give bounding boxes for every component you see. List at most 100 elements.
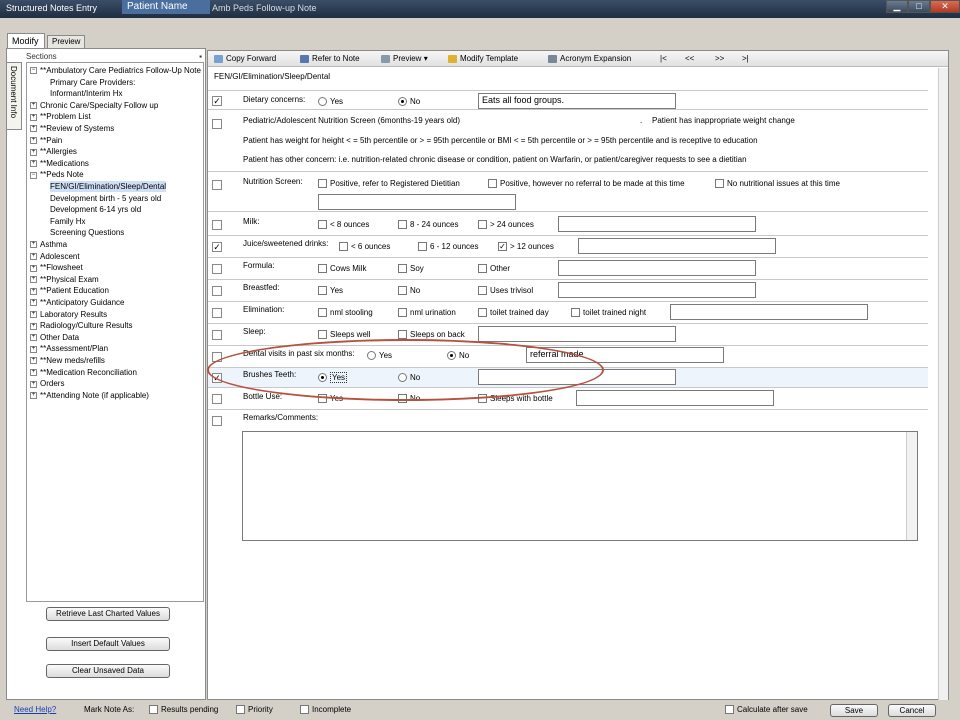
nutrition-positive-no-referral-checkbox[interactable]: Positive, however no referral to be made… bbox=[488, 178, 685, 189]
nav-first-button[interactable]: |< bbox=[660, 54, 667, 63]
dental-no-radio[interactable]: No bbox=[447, 350, 469, 361]
tree-item[interactable]: + **Assessment/Plan bbox=[30, 343, 108, 354]
remarks-textarea[interactable] bbox=[242, 431, 918, 541]
remarks-row-checkbox[interactable] bbox=[212, 416, 222, 426]
tree-item[interactable]: Primary Care Providers: bbox=[50, 77, 135, 88]
nav-prev-button[interactable]: << bbox=[685, 54, 694, 63]
expand-icon[interactable]: + bbox=[30, 113, 37, 121]
sleep-row-checkbox[interactable] bbox=[212, 330, 222, 340]
modify-template-button[interactable]: Modify Template bbox=[448, 54, 518, 63]
nav-next-button[interactable]: >> bbox=[715, 54, 724, 63]
juice-text[interactable] bbox=[578, 238, 776, 254]
elim-urination-checkbox[interactable]: nml urination bbox=[398, 307, 456, 318]
tree-item[interactable]: Development birth - 5 years old bbox=[50, 193, 161, 204]
tree-item[interactable]: − **Peds Note bbox=[30, 169, 84, 180]
expand-icon[interactable]: + bbox=[30, 148, 37, 156]
tree-item[interactable]: FEN/GI/Elimination/Sleep/Dental bbox=[50, 181, 167, 192]
juice-gt12-checkbox[interactable]: ✓ > 12 ounces bbox=[498, 241, 554, 252]
tree-item[interactable]: + Adolescent bbox=[30, 251, 80, 262]
nutrition-screen-text[interactable] bbox=[318, 194, 516, 210]
expand-icon[interactable]: + bbox=[30, 392, 37, 400]
expand-icon[interactable]: + bbox=[30, 310, 37, 318]
breastfed-text[interactable] bbox=[558, 282, 756, 298]
expand-icon[interactable]: + bbox=[30, 345, 37, 353]
tree-item[interactable]: + **Flowsheet bbox=[30, 262, 83, 273]
expand-icon[interactable]: + bbox=[30, 276, 37, 284]
refer-to-note-button[interactable]: Refer to Note bbox=[300, 54, 360, 63]
tree-item[interactable]: + **Allergies bbox=[30, 146, 77, 157]
close-button[interactable]: ✕ bbox=[930, 0, 960, 13]
breastfed-trivisol-checkbox[interactable]: Uses trivisol bbox=[478, 285, 533, 296]
formula-text[interactable] bbox=[558, 260, 756, 276]
copy-forward-button[interactable]: Copy Forward bbox=[214, 54, 276, 63]
sleep-well-checkbox[interactable]: Sleeps well bbox=[318, 329, 370, 340]
expand-icon[interactable]: + bbox=[30, 241, 37, 249]
pin-icon[interactable]: ▪ bbox=[199, 52, 202, 61]
maximize-button[interactable]: □ bbox=[908, 0, 930, 13]
breastfed-row-checkbox[interactable] bbox=[212, 286, 222, 296]
formula-row-checkbox[interactable] bbox=[212, 264, 222, 274]
retrieve-last-charted-values-button[interactable]: Retrieve Last Charted Values bbox=[46, 607, 170, 621]
dental-yes-radio[interactable]: Yes bbox=[367, 350, 392, 361]
tree-item[interactable]: + Radiology/Culture Results bbox=[30, 320, 133, 331]
expand-icon[interactable]: + bbox=[30, 264, 37, 272]
juice-6-12-checkbox[interactable]: 6 - 12 ounces bbox=[418, 241, 478, 252]
formula-cows-milk-checkbox[interactable]: Cows Milk bbox=[318, 263, 366, 274]
dental-row-checkbox[interactable] bbox=[212, 352, 222, 362]
acronym-expansion-button[interactable]: Acronym Expansion bbox=[548, 54, 631, 63]
priority-checkbox[interactable]: Priority bbox=[236, 705, 273, 715]
expand-icon[interactable]: + bbox=[30, 136, 37, 144]
expand-icon[interactable]: + bbox=[30, 287, 37, 295]
juice-lt6-checkbox[interactable]: < 6 ounces bbox=[339, 241, 390, 252]
dietary-concerns-row-checkbox[interactable]: ✓ bbox=[212, 96, 222, 106]
bottle-use-row-checkbox[interactable] bbox=[212, 394, 222, 404]
tree-item[interactable]: + **Pain bbox=[30, 135, 62, 146]
juice-row-checkbox[interactable]: ✓ bbox=[212, 242, 222, 252]
nutrition-positive-refer-checkbox[interactable]: Positive, refer to Registered Dietitian bbox=[318, 178, 460, 189]
elim-trained-night-checkbox[interactable]: toilet trained night bbox=[571, 307, 646, 318]
expand-icon[interactable]: + bbox=[30, 160, 37, 168]
tab-modify[interactable]: Modify bbox=[7, 33, 45, 48]
tree-item[interactable]: Screening Questions bbox=[50, 227, 124, 238]
cancel-button[interactable]: Cancel bbox=[888, 704, 936, 717]
tree-item[interactable]: Informant/Interim Hx bbox=[50, 88, 122, 99]
breastfed-no-checkbox[interactable]: No bbox=[398, 285, 420, 296]
expand-icon[interactable]: + bbox=[30, 252, 37, 260]
sleep-on-back-checkbox[interactable]: Sleeps on back bbox=[398, 329, 465, 340]
tree-item[interactable]: + **Anticipatory Guidance bbox=[30, 297, 125, 308]
tree-item[interactable]: + Other Data bbox=[30, 332, 79, 343]
brushes-yes-radio[interactable]: Yes bbox=[318, 372, 348, 383]
document-info-tab[interactable]: Document Info bbox=[6, 62, 22, 130]
collapse-icon[interactable]: − bbox=[30, 171, 37, 179]
nav-last-button[interactable]: >| bbox=[742, 54, 749, 63]
expand-icon[interactable]: + bbox=[30, 322, 37, 330]
dental-visits-text[interactable]: referral made bbox=[526, 347, 724, 363]
nutrition-screen-info-checkbox[interactable] bbox=[212, 119, 222, 129]
tree-item[interactable]: + **Physical Exam bbox=[30, 274, 99, 285]
expand-icon[interactable]: + bbox=[30, 380, 37, 388]
need-help-link[interactable]: Need Help? bbox=[14, 705, 56, 714]
preview-button[interactable]: Preview ▾ bbox=[381, 54, 428, 63]
clear-unsaved-data-button[interactable]: Clear Unsaved Data bbox=[46, 664, 170, 678]
tree-item[interactable]: + **Medication Reconciliation bbox=[30, 367, 137, 378]
formula-soy-checkbox[interactable]: Soy bbox=[398, 263, 424, 274]
elimination-row-checkbox[interactable] bbox=[212, 308, 222, 318]
insert-default-values-button[interactable]: Insert Default Values bbox=[46, 637, 170, 651]
milk-8-24-checkbox[interactable]: 8 - 24 ounces bbox=[398, 219, 458, 230]
save-button[interactable]: Save bbox=[830, 704, 878, 717]
elim-trained-day-checkbox[interactable]: toilet trained day bbox=[478, 307, 549, 318]
tree-item[interactable]: + Orders bbox=[30, 378, 64, 389]
brushes-no-radio[interactable]: No bbox=[398, 372, 420, 383]
bottle-use-text[interactable] bbox=[576, 390, 774, 406]
brushes-teeth-text[interactable] bbox=[478, 369, 676, 385]
bottle-sleeps-checkbox[interactable]: Sleeps with bottle bbox=[478, 393, 553, 404]
minimize-button[interactable]: ▁ bbox=[886, 0, 908, 13]
dietary-yes-radio[interactable]: Yes bbox=[318, 96, 343, 107]
sleep-text[interactable] bbox=[478, 326, 676, 342]
expand-icon[interactable]: + bbox=[30, 102, 37, 110]
brushes-teeth-row-checkbox[interactable]: ✓ bbox=[212, 373, 222, 383]
tree-item[interactable]: Family Hx bbox=[50, 216, 86, 227]
milk-gt24-checkbox[interactable]: > 24 ounces bbox=[478, 219, 534, 230]
expand-icon[interactable]: + bbox=[30, 334, 37, 342]
elimination-text[interactable] bbox=[670, 304, 868, 320]
